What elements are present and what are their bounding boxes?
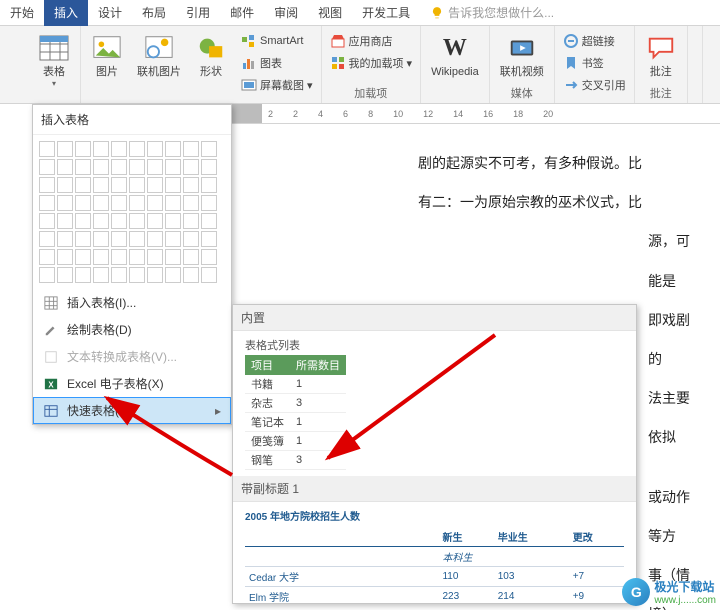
- gallery-item-enrollment[interactable]: 2005 年地方院校招生人数 新生毕业生更改 本科生 Cedar 大学11010…: [233, 502, 636, 604]
- bookmark-button[interactable]: 书签: [561, 54, 606, 72]
- addins-icon: [330, 55, 346, 71]
- convert-text-menu: 文本转换成表格(V)...: [33, 343, 231, 370]
- quick-table-icon: [43, 403, 59, 419]
- gallery-item-tablelist[interactable]: 表格式列表 项目所需数目 书籍1 杂志3 笔记本1 便笺簿1 钢笔3: [233, 331, 636, 476]
- tab-start[interactable]: 开始: [0, 0, 44, 26]
- screenshot-button[interactable]: 屏幕截图 ▾: [239, 76, 315, 94]
- watermark-logo-icon: G: [622, 578, 650, 606]
- smartart-icon: [241, 33, 257, 49]
- store-icon: [330, 33, 346, 49]
- ribbon-tabs: 开始 插入 设计 布局 引用 邮件 审阅 视图 开发工具 告诉我您想做什么...: [0, 0, 720, 26]
- bookmark-icon: [563, 55, 579, 71]
- gallery-section-builtin: 内置: [233, 305, 636, 331]
- tab-devtools[interactable]: 开发工具: [352, 0, 420, 26]
- myaddins-button[interactable]: 我的加载项 ▾: [328, 54, 415, 72]
- link-icon: [563, 33, 579, 49]
- crossref-icon: [563, 77, 579, 93]
- picture-button[interactable]: 图片: [87, 30, 127, 80]
- wikipedia-button[interactable]: WWikipedia: [427, 30, 483, 80]
- picture-icon: [91, 32, 123, 64]
- shapes-button[interactable]: 形状: [191, 30, 231, 80]
- comment-group-label: 批注: [641, 85, 681, 101]
- chart-button[interactable]: 图表: [239, 54, 315, 72]
- wikipedia-icon: W: [439, 32, 471, 64]
- table-dropdown-title: 插入表格: [33, 105, 231, 135]
- tab-layout[interactable]: 布局: [132, 0, 176, 26]
- pencil-icon: [43, 322, 59, 338]
- table-size-grid[interactable]: [33, 135, 231, 289]
- comment-icon: [645, 32, 677, 64]
- shapes-icon: [195, 32, 227, 64]
- video-icon: [506, 32, 538, 64]
- lightbulb-icon: [430, 6, 444, 20]
- gallery-section-subtitle1: 带副标题 1: [233, 476, 636, 502]
- grid-icon: [43, 295, 59, 311]
- crossref-button[interactable]: 交叉引用: [561, 76, 628, 94]
- hyperlink-button[interactable]: 超链接: [561, 32, 617, 50]
- tab-references[interactable]: 引用: [176, 0, 220, 26]
- table-dropdown: 插入表格 插入表格(I)... 绘制表格(D) 文本转换成表格(V)... XE…: [32, 104, 232, 425]
- ribbon-edge: [702, 26, 720, 103]
- quick-tables-gallery: 内置 表格式列表 项目所需数目 书籍1 杂志3 笔记本1 便笺簿1 钢笔3 带副…: [232, 304, 637, 604]
- media-group-label: 媒体: [496, 85, 548, 101]
- store-button[interactable]: 应用商店: [328, 32, 395, 50]
- draw-table-menu[interactable]: 绘制表格(D): [33, 316, 231, 343]
- addins-group-label: 加载项: [328, 85, 415, 101]
- insert-table-menu[interactable]: 插入表格(I)...: [33, 289, 231, 316]
- screenshot-icon: [241, 77, 257, 93]
- ruler[interactable]: 22468101214161820: [232, 104, 720, 124]
- watermark: G 极光下载站 www.j......com: [622, 578, 716, 606]
- chart-icon: [241, 55, 257, 71]
- table-icon: [38, 32, 70, 64]
- convert-icon: [43, 349, 59, 365]
- smartart-button[interactable]: SmartArt: [239, 32, 315, 50]
- quick-tables-menu[interactable]: 快速表格(T)▸: [33, 397, 231, 424]
- excel-table-menu[interactable]: XExcel 电子表格(X): [33, 370, 231, 397]
- ribbon: 表格 ▾ 图片 联机图片 形状 SmartArt 图表 屏幕截图 ▾ 应用商店 …: [0, 26, 720, 104]
- tab-view[interactable]: 视图: [308, 0, 352, 26]
- tab-insert[interactable]: 插入: [44, 0, 88, 26]
- online-picture-button[interactable]: 联机图片: [133, 30, 185, 80]
- tell-me[interactable]: 告诉我您想做什么...: [430, 4, 554, 21]
- excel-icon: X: [43, 376, 59, 392]
- online-video-button[interactable]: 联机视频: [496, 30, 548, 80]
- tab-mail[interactable]: 邮件: [220, 0, 264, 26]
- svg-text:X: X: [48, 380, 54, 389]
- chevron-right-icon: ▸: [215, 404, 221, 418]
- tab-design[interactable]: 设计: [88, 0, 132, 26]
- online-picture-icon: [143, 32, 175, 64]
- tab-review[interactable]: 审阅: [264, 0, 308, 26]
- table-button[interactable]: 表格 ▾: [34, 30, 74, 91]
- comment-button[interactable]: 批注: [641, 30, 681, 80]
